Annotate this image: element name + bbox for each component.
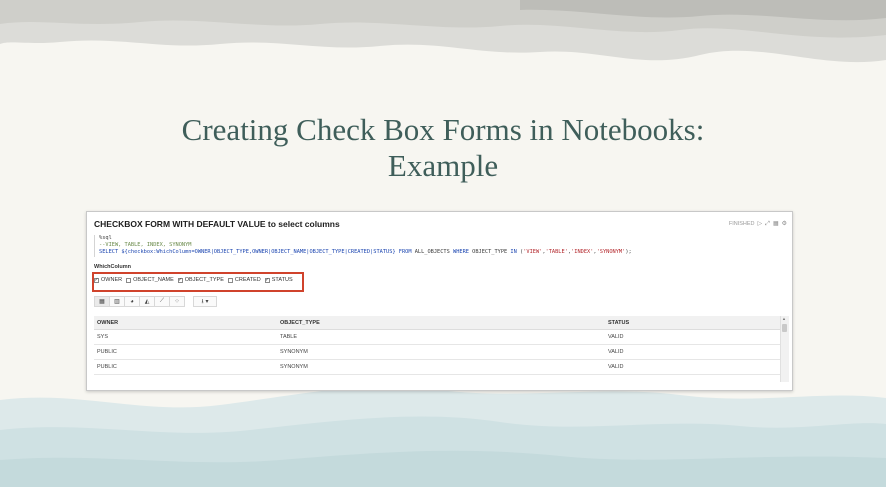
checkbox-box[interactable]: ✓ (94, 277, 99, 283)
table-cell: VALID (605, 359, 780, 375)
checkbox-label: OBJECT_TYPE (184, 277, 224, 283)
download-icon: ⭳ (201, 298, 204, 305)
code-editor[interactable]: %sql --VIEW, TABLE, INDEX, SYNONYM SELEC… (94, 235, 789, 257)
result-table-container: OWNER OBJECT_TYPE STATUS SYS TABLE VALID… (94, 316, 789, 382)
code-line-1: %sql (99, 235, 112, 241)
table-row: PUBLIC SYNONYM VALID (94, 359, 780, 375)
result-table: OWNER OBJECT_TYPE STATUS SYS TABLE VALID… (94, 316, 780, 375)
code-select-clause: SELECT ${checkbox:WhichColumn=OWNER|OBJE… (99, 249, 399, 256)
table-cell: TABLE (277, 329, 605, 345)
checkbox-box[interactable] (227, 277, 233, 283)
table-cell: SYS (94, 329, 277, 345)
code-column-name: OBJECT_TYPE (468, 249, 511, 256)
checkbox-group: ✓ OWNER OBJECT_NAME ✓ OBJECT_TYPE CREATED … (94, 277, 293, 283)
slide-title: Creating Check Box Forms in Notebooks: E… (0, 112, 886, 184)
scatter-chart-icon[interactable]: ⁘ (169, 296, 185, 307)
vertical-scrollbar[interactable]: ▲ (780, 316, 789, 382)
code-line-2: --VIEW, TABLE, INDEX, SYNONYM (99, 242, 192, 249)
line-chart-icon[interactable]: ⟋ (154, 296, 170, 307)
paragraph-title[interactable]: CHECKBOX FORM WITH DEFAULT VALUE to sele… (94, 219, 340, 229)
checkbox-object-name[interactable]: OBJECT_NAME (126, 277, 174, 283)
checkbox-owner[interactable]: ✓ OWNER (94, 277, 122, 283)
expand-icon[interactable]: ⤢ (765, 221, 770, 227)
checkbox-label: OWNER (101, 277, 123, 283)
download-button[interactable]: ⭳ ▾ (193, 296, 217, 307)
table-cell: PUBLIC (94, 359, 277, 375)
scrollbar-thumb[interactable] (782, 324, 787, 332)
table-icon[interactable]: ▦ (773, 221, 779, 227)
code-line-3: SELECT ${checkbox:WhichColumn=OWNER|OBJE… (99, 249, 632, 256)
checkbox-created[interactable]: CREATED (227, 277, 261, 283)
scroll-up-icon[interactable]: ▲ (782, 316, 786, 321)
code-close-paren: ); (625, 249, 632, 256)
bar-chart-icon[interactable]: ▥ (109, 296, 125, 307)
table-view-icon[interactable]: ▦ (94, 296, 110, 307)
pie-chart-icon[interactable]: ◕ (124, 296, 140, 307)
table-cell: PUBLIC (94, 344, 277, 360)
column-header[interactable]: OWNER (94, 316, 277, 330)
code-from-keyword: FROM (398, 249, 412, 256)
area-chart-icon[interactable]: ◭ (139, 296, 155, 307)
column-header[interactable]: OBJECT_TYPE (277, 316, 605, 330)
chevron-down-icon: ▾ (205, 299, 209, 305)
table-row: SYS TABLE VALID (94, 329, 780, 345)
table-cell: VALID (605, 344, 780, 360)
checkbox-object-type[interactable]: ✓ OBJECT_TYPE (177, 277, 224, 283)
code-table-name: ALL_OBJECTS (411, 249, 453, 256)
checkbox-box[interactable]: ✓ (264, 277, 270, 283)
form-label: WhichColumn (94, 264, 131, 270)
table-header-row: OWNER OBJECT_TYPE STATUS (94, 316, 780, 330)
gear-icon[interactable]: ⚙ (782, 221, 787, 227)
notebook-paragraph: CHECKBOX FORM WITH DEFAULT VALUE to sele… (86, 211, 793, 391)
top-decoration (0, 0, 886, 63)
table-cell: VALID (605, 329, 780, 345)
checkbox-status[interactable]: ✓ STATUS (264, 277, 293, 283)
visualization-toolbar: ▦ ▥ ◕ ◭ ⟋ ⁘ ⭳ ▾ (94, 296, 217, 307)
checkbox-label: OBJECT_NAME (133, 277, 174, 283)
code-string-table: 'TABLE' (545, 249, 568, 256)
checkbox-box[interactable] (126, 277, 132, 283)
checkbox-label: CREATED (234, 277, 261, 283)
checkbox-label: STATUS (271, 277, 293, 283)
paragraph-controls: FINISHED ▷ ⤢ ▦ ⚙ (729, 221, 787, 227)
table-cell: SYNONYM (277, 344, 605, 360)
table-cell: SYNONYM (277, 359, 605, 375)
code-string-index: 'INDEX' (571, 249, 594, 256)
slide-title-line1: Creating Check Box Forms in Notebooks: (181, 112, 705, 147)
table-row: PUBLIC SYNONYM VALID (94, 344, 780, 360)
checkbox-box[interactable]: ✓ (177, 277, 183, 283)
code-string-view: 'VIEW' (523, 249, 543, 256)
run-icon[interactable]: ▷ (758, 221, 763, 227)
code-where-keyword: WHERE (453, 249, 469, 256)
slide-title-line2: Example (387, 148, 499, 183)
paragraph-status: FINISHED (728, 221, 755, 227)
code-string-synonym: 'SYNONYM' (596, 249, 626, 256)
column-header[interactable]: STATUS (605, 316, 780, 330)
